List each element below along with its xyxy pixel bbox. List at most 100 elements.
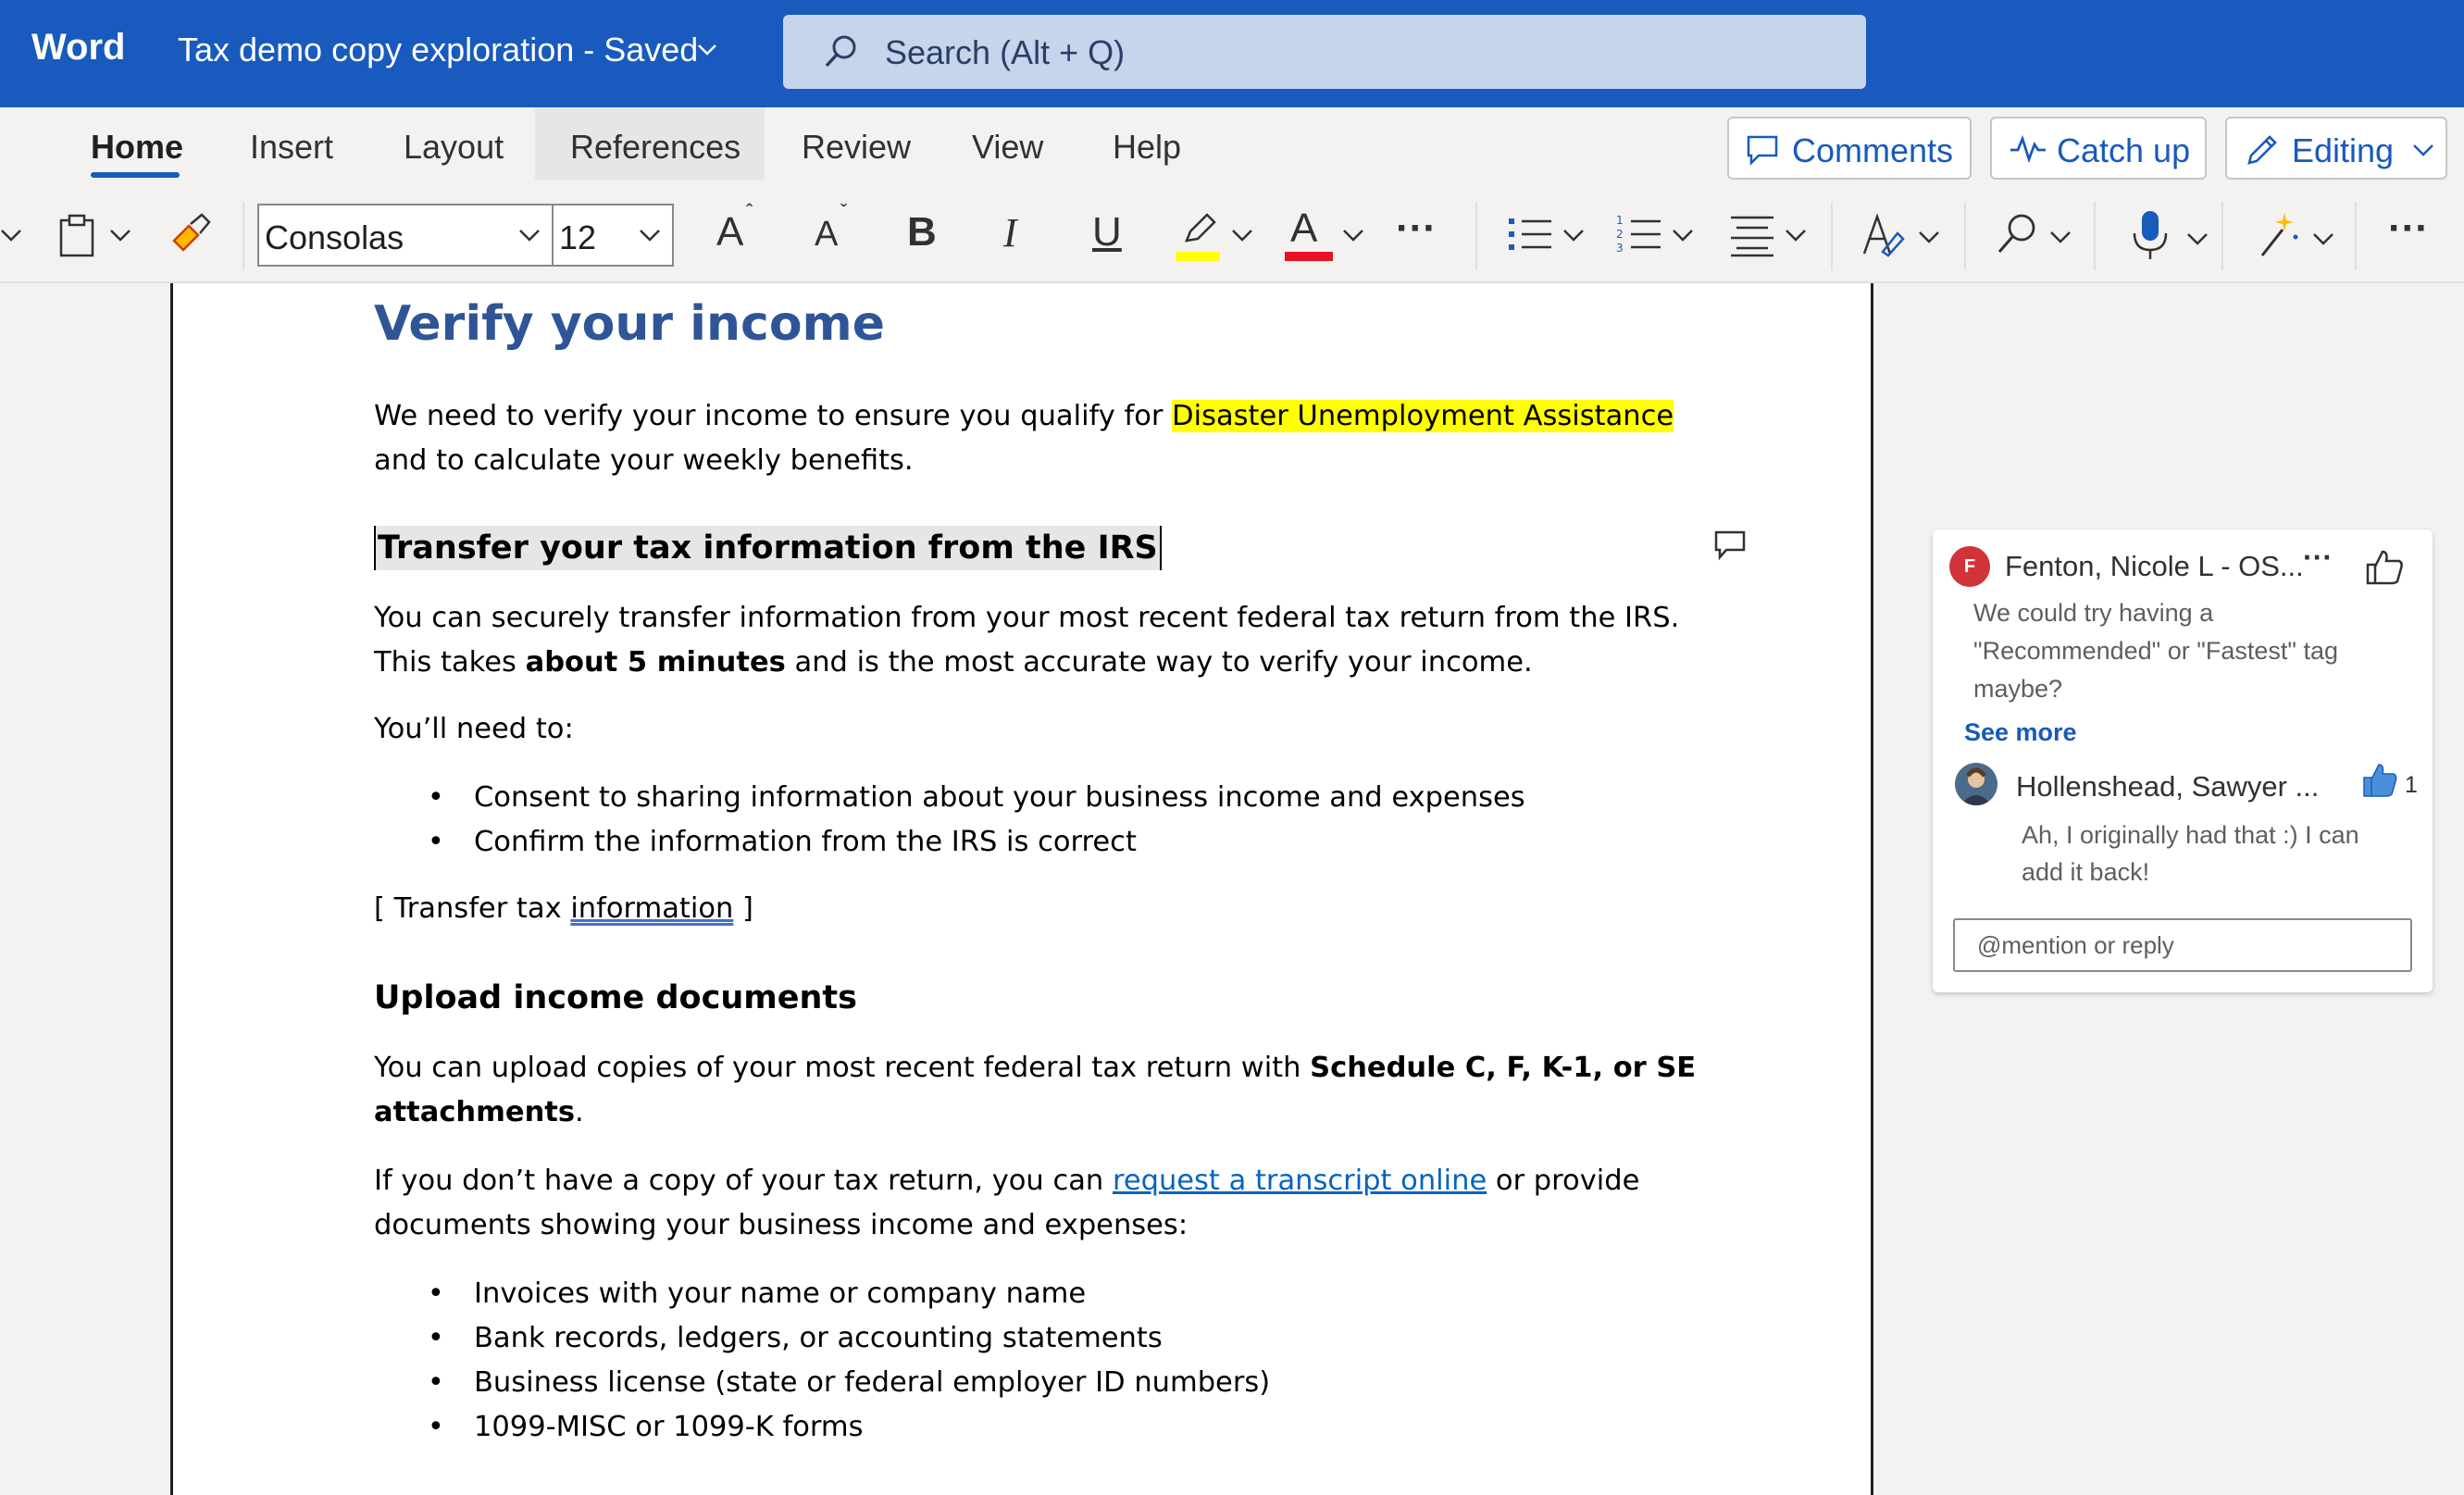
tab-home[interactable]: Home (91, 128, 183, 167)
transfer-text-a: This takes (374, 646, 526, 679)
no-copy-paragraph[interactable]: If you don’t have a copy of your tax ret… (374, 1159, 1639, 1248)
comment-card[interactable]: F Fenton, Nicole L - OS... ··· We could … (1933, 529, 2433, 992)
more-options-button[interactable]: ··· (2388, 206, 2429, 252)
app-name[interactable]: Word (31, 27, 125, 69)
tab-insert[interactable]: Insert (250, 128, 333, 167)
tab-help[interactable]: Help (1113, 128, 1181, 167)
bullets-button[interactable] (1507, 213, 1590, 259)
styles-button[interactable] (1860, 209, 1944, 261)
align-button[interactable] (1729, 213, 1812, 259)
heading-verify-income[interactable]: Verify your income (374, 300, 885, 348)
list-item[interactable]: • Bank records, ledgers, or accounting st… (428, 1316, 1270, 1361)
chevron-down-icon (1786, 230, 1806, 242)
upload-paragraph[interactable]: You can upload copies of your most recen… (374, 1046, 1696, 1135)
upload-line-1[interactable]: You can upload copies of your most recen… (374, 1046, 1696, 1090)
numbering-button[interactable]: 123 (1616, 213, 1699, 259)
italic-button[interactable]: I (1003, 209, 1017, 256)
font-name-select[interactable]: Consolas (257, 204, 554, 267)
list-item[interactable]: • Business license (state or federal empl… (428, 1361, 1271, 1405)
highlighter-icon (1185, 213, 1216, 243)
bold-text: Schedule C, F, K-1, or SE (1310, 1052, 1697, 1084)
comments-label: Comments (1792, 131, 1954, 169)
no-copy-text: If you don’t have a copy of your tax ret… (374, 1165, 1113, 1197)
need-list[interactable]: • Consent to sharing information about yo… (428, 776, 1525, 865)
search-box[interactable]: Search (Alt + Q) (783, 15, 1866, 89)
designer-button[interactable] (2253, 209, 2346, 265)
upload-line-2[interactable]: attachments. (374, 1090, 1696, 1135)
heading-transfer-tax[interactable]: Transfer your tax information from the I… (374, 526, 1162, 570)
transcript-link[interactable]: request a transcript online (1113, 1165, 1487, 1197)
list-item[interactable]: • Confirm the information from the IRS is… (428, 820, 1525, 865)
tab-view[interactable]: View (972, 128, 1043, 167)
transfer-tax-placeholder[interactable]: [ Transfer tax information ] (374, 887, 753, 931)
chevron-down-icon[interactable] (0, 226, 24, 246)
list-item[interactable]: • Invoices with your name or company name (428, 1272, 1270, 1316)
intro-paragraph[interactable]: We need to verify your income to ensure … (374, 394, 1674, 483)
highlight-button[interactable] (1174, 209, 1257, 268)
comment-marker-icon[interactable] (1713, 529, 1747, 561)
bold-button[interactable]: B (907, 209, 937, 255)
list-item[interactable]: • 1099-MISC or 1099-K forms (428, 1405, 1270, 1450)
font-size-select[interactable]: 12 (552, 204, 674, 267)
dictate-button[interactable] (2125, 209, 2218, 265)
chevron-down-icon[interactable] (109, 226, 133, 246)
underline-button[interactable]: U (1092, 209, 1122, 255)
comments-button[interactable]: Comments (1727, 117, 1972, 180)
more-font-options-button[interactable]: ··· (1396, 206, 1437, 252)
reply-input[interactable]: @mention or reply (1953, 918, 2412, 972)
thumbs-up-filled-icon[interactable] (2362, 763, 2399, 798)
font-color-button[interactable]: A (1285, 206, 1368, 268)
magic-wand-icon (2260, 213, 2298, 256)
intro-line-2[interactable]: and to calculate your weekly benefits. (374, 439, 1674, 483)
align-center-icon (1731, 216, 1773, 257)
reply-placeholder: @mention or reply (1977, 931, 2174, 959)
tab-references[interactable]: References (570, 128, 740, 167)
tab-review[interactable]: Review (802, 128, 911, 167)
no-copy-line-1[interactable]: If you don’t have a copy of your tax ret… (374, 1159, 1639, 1203)
comment-line: maybe? (1973, 675, 2063, 703)
see-more-link[interactable]: See more (1964, 718, 2077, 747)
document-title-text[interactable]: Tax demo copy exploration - Saved (178, 31, 698, 69)
documents-list[interactable]: • Invoices with your name or company name… (428, 1272, 1271, 1450)
no-copy-line-2[interactable]: documents showing your business income a… (374, 1203, 1639, 1248)
chevron-down-icon (1343, 230, 1363, 242)
list-item-text: Invoices with your name or company name (474, 1277, 1087, 1310)
reply-line: add it back! (2022, 858, 2150, 886)
intro-line-1[interactable]: We need to verify your income to ensure … (374, 394, 1674, 439)
transfer-paragraph[interactable]: You can securely transfer information fr… (374, 596, 1679, 685)
comment-more-button[interactable]: ··· (2303, 541, 2333, 575)
search-placeholder[interactable]: Search (Alt + Q) (885, 33, 1125, 72)
editing-mode-button[interactable]: Editing (2225, 117, 2447, 180)
paste-icon[interactable] (57, 213, 98, 259)
list-item[interactable]: • Consent to sharing information about yo… (428, 776, 1525, 820)
list-item-text: Business license (state or federal emplo… (474, 1366, 1271, 1399)
catch-up-button[interactable]: Catch up (1990, 117, 2207, 180)
bullet-list-icon (1509, 218, 1551, 250)
active-tab-indicator (91, 172, 180, 178)
spellcheck-word[interactable]: information (570, 892, 733, 925)
reply-author: Hollenshead, Sawyer ... (2016, 770, 2320, 803)
bullet: • (428, 826, 444, 858)
need-to-label[interactable]: You’ll need to: (374, 707, 574, 752)
chevron-down-icon[interactable] (696, 38, 718, 60)
document-title[interactable]: Tax demo copy exploration - Saved (178, 31, 716, 69)
reply-line: Ah, I originally had that :) I can (2022, 821, 2359, 849)
shrink-font-button[interactable]: Aˇ (815, 200, 847, 255)
transfer-line-2[interactable]: This takes about 5 minutes and is the mo… (374, 641, 1679, 685)
avatar-initial: F (1963, 556, 1976, 577)
format-painter-icon[interactable] (170, 213, 211, 255)
document-page[interactable]: Verify your income We need to verify you… (170, 283, 1873, 1495)
toolbar-separator (1964, 202, 1966, 270)
tab-layout[interactable]: Layout (404, 128, 504, 167)
toolbar-separator (2221, 202, 2223, 270)
bullet: • (428, 1366, 444, 1399)
catch-up-label: Catch up (2057, 131, 2191, 169)
svg-text:1: 1 (1616, 214, 1624, 227)
pencil-icon (2247, 135, 2277, 165)
heading-upload-documents[interactable]: Upload income documents (374, 976, 857, 1020)
find-button[interactable] (1992, 211, 2084, 263)
grow-font-button[interactable]: Aˆ (716, 200, 753, 255)
transfer-line-1[interactable]: You can securely transfer information fr… (374, 596, 1679, 641)
thumbs-up-icon[interactable] (2364, 548, 2405, 585)
comment-line: "Recommended" or "Fastest" tag (1973, 637, 2339, 665)
